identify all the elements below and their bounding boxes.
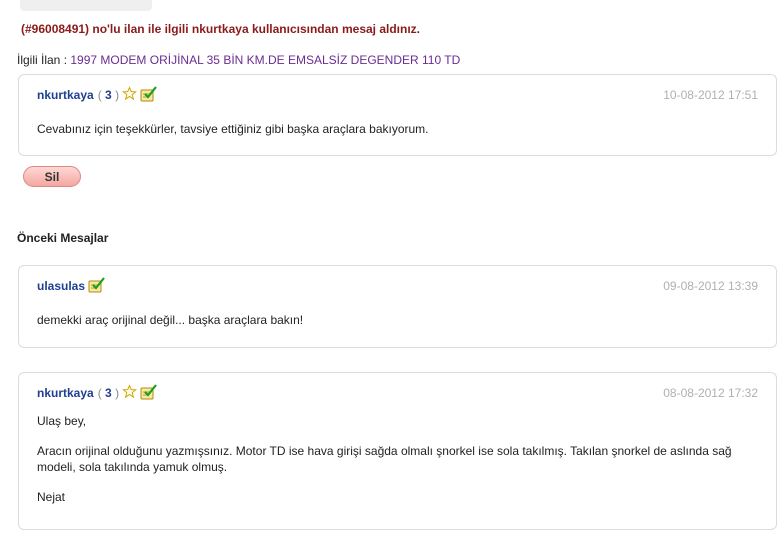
verified-check-icon xyxy=(140,383,158,403)
message-header: nkurtkaya ( 3 ) xyxy=(37,383,158,403)
score-close-paren: ) xyxy=(115,386,120,400)
top-tab xyxy=(20,0,152,11)
user-score: ( 3 ) xyxy=(98,88,119,102)
related-listing: İlgili İlan : 1997 MODEM ORİJİNAL 35 BİN… xyxy=(17,53,460,67)
score-open-paren: ( xyxy=(97,88,102,102)
message-username[interactable]: nkurtkaya xyxy=(37,88,94,102)
message-notice: (#96008491) no'lu ilan ile ilgili nkurtk… xyxy=(21,22,420,36)
verified-check-icon xyxy=(140,85,158,105)
verified-check-icon xyxy=(88,276,106,296)
message-header: ulasulas xyxy=(37,276,106,296)
related-label: İlgili İlan : xyxy=(17,53,68,67)
score-close-paren: ) xyxy=(115,88,120,102)
delete-button[interactable]: Sil xyxy=(23,166,81,187)
score-value: 3 xyxy=(105,88,112,102)
message-body: demekki araç orijinal değil... başka ara… xyxy=(37,313,304,327)
score-value: 3 xyxy=(105,386,112,400)
message-date: 10-08-2012 17:51 xyxy=(663,88,758,102)
message-date: 08-08-2012 17:32 xyxy=(663,386,758,400)
message-body: Ulaş bey, Aracın orijinal olduğunu yazmı… xyxy=(37,413,758,519)
score-open-paren: ( xyxy=(97,386,102,400)
star-icon xyxy=(122,86,138,104)
message-header: nkurtkaya ( 3 ) xyxy=(37,85,158,105)
current-message-card: nkurtkaya ( 3 ) 10-08-2012 17:51 Cevabın… xyxy=(18,74,777,156)
user-score: ( 3 ) xyxy=(98,386,119,400)
star-icon xyxy=(122,384,138,402)
message-username[interactable]: ulasulas xyxy=(37,279,85,293)
message-line: Ulaş bey, xyxy=(37,414,87,428)
previous-messages-title: Önceki Mesajlar xyxy=(17,231,109,245)
previous-message-card: nkurtkaya ( 3 ) 08-08-2012 17:32 Ulaş be… xyxy=(18,372,777,530)
message-line: Nejat xyxy=(37,490,66,504)
message-date: 09-08-2012 13:39 xyxy=(663,279,758,293)
previous-message-card: ulasulas 09-08-2012 13:39 demekki araç o… xyxy=(18,265,777,348)
related-listing-link[interactable]: 1997 MODEM ORİJİNAL 35 BİN KM.DE EMSALSİ… xyxy=(70,53,460,67)
message-body: Cevabınız için teşekkürler, tavsiye etti… xyxy=(37,122,429,136)
message-username[interactable]: nkurtkaya xyxy=(37,386,94,400)
message-line: Aracın orijinal olduğunu yazmışsınız. Mo… xyxy=(37,444,732,474)
